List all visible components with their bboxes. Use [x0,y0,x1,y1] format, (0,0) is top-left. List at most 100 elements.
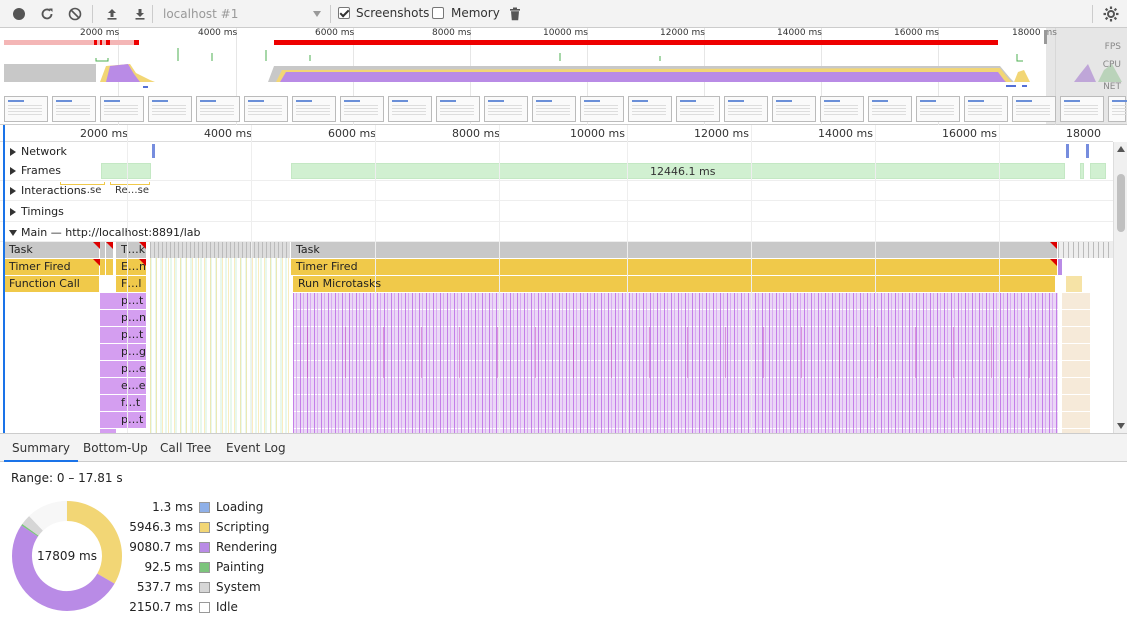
frame-bar[interactable] [1080,163,1084,179]
record-icon[interactable] [9,4,29,24]
interaction-item[interactable]: Re…se [115,185,149,196]
flame-block-function[interactable]: f…t [116,395,147,411]
screenshot-thumbnail [628,96,672,122]
toolbar-divider [1092,5,1093,23]
flame-block-function[interactable]: p…n [116,310,147,326]
interaction-range [60,182,105,185]
flame-block-label: Task [296,243,320,256]
timeline-grid-line [499,125,500,433]
screenshot-thumbnail [436,96,480,122]
flame-block-function[interactable]: F…l [116,276,147,292]
legend-value: 2150.7 ms [129,600,193,614]
flame-block-function[interactable]: Function Call [4,276,100,292]
flame-block-function[interactable]: p…g [116,344,147,360]
flame-block-microtasks[interactable]: Run Microtasks [293,276,1056,292]
tab-bottom-up[interactable]: Bottom-Up [75,434,156,462]
tab-summary[interactable]: Summary [4,434,78,462]
reload-icon[interactable] [37,4,57,24]
ruler-tick: 2000 ms [80,127,128,140]
target-select[interactable]: localhost #1 [157,4,325,24]
flame-block-function[interactable]: e…e [116,378,147,394]
trash-icon[interactable] [505,4,525,24]
screenshot-thumbnail [100,96,144,122]
screenshot-thumbnail [52,96,96,122]
flame-chart[interactable]: Task T…k Task Timer Fired E…n Timer Fire… [0,242,1113,433]
expand-arrow-icon[interactable] [10,167,16,175]
network-request [1066,144,1069,158]
tab-event-log[interactable]: Event Log [218,434,294,462]
flame-block-function[interactable]: p…t [116,293,147,309]
flame-block-function[interactable]: p…t [116,412,147,428]
expand-arrow-icon[interactable] [10,208,16,216]
legend-swatch [199,502,210,513]
flame-block-task[interactable]: Task [291,242,1058,258]
track-network[interactable]: Network [0,142,1113,162]
scroll-down-icon[interactable] [1117,423,1125,429]
legend-value: 92.5 ms [144,560,193,574]
upload-icon[interactable] [102,4,122,24]
flame-block-label: p…n [121,311,146,324]
frame-bar[interactable] [101,163,151,179]
screenshot-thumbnail [532,96,576,122]
fps-label: FPS [1104,42,1121,52]
download-icon[interactable] [130,4,150,24]
legend-label: Loading [216,500,264,514]
track-main[interactable]: Main — http://localhost:8891/lab [0,223,1113,242]
flame-block-render[interactable] [1058,259,1062,275]
interaction-item[interactable]: …se [80,185,101,196]
flame-block-label: F…l [121,277,142,290]
scroll-thumb[interactable] [1117,174,1125,232]
track-timings[interactable]: Timings [0,202,1113,222]
frame-bar[interactable] [1090,163,1106,179]
legend-value: 9080.7 ms [129,540,193,554]
legend-swatch [199,602,210,613]
flame-block-function[interactable]: p…e [116,361,147,377]
track-frames[interactable]: Frames 12446.1 ms [0,161,1113,181]
ruler-tick: 10000 ms [570,127,625,140]
expand-arrow-icon[interactable] [10,148,16,156]
screenshot-thumbnail [196,96,240,122]
flame-block-timer[interactable] [106,259,114,275]
net-label: NET [1103,82,1121,92]
flame-block-function[interactable]: p…t [116,327,147,343]
selection-left-edge[interactable] [3,125,5,433]
memory-checkbox[interactable] [432,7,444,19]
flame-block-label: f…t [121,396,141,409]
expand-arrow-icon[interactable] [10,187,16,195]
scroll-up-icon[interactable] [1117,146,1125,152]
track-label: Main — http://localhost:8891/lab [21,226,201,239]
timeline-overview[interactable]: 2000 ms 4000 ms 6000 ms 8000 ms 10000 ms… [0,28,1127,125]
toolbar: localhost #1 Screenshots Memory [0,0,1127,28]
screenshot-thumbnail [580,96,624,122]
timeline-grid-line [251,125,252,433]
legend-label: Idle [216,600,238,614]
long-task-warning-icon [1050,242,1057,249]
screenshot-thumbnail [1012,96,1056,122]
ruler-tick: 16000 ms [942,127,997,140]
flame-block-task[interactable]: Task [4,242,100,258]
timeline-grid-line [875,125,876,433]
memory-label: Memory [451,6,500,20]
legend-swatch [199,562,210,573]
clear-icon[interactable] [65,4,85,24]
track-label: Timings [21,205,64,218]
flame-block-timer[interactable]: Timer Fired [4,259,100,275]
ruler-tick: 8000 ms [452,127,500,140]
tab-call-tree[interactable]: Call Tree [152,434,219,462]
track-interactions[interactable]: Interactions …se Re…se [0,181,1113,201]
screenshot-thumbnail [244,96,288,122]
screenshots-label: Screenshots [356,6,430,20]
flame-activity [293,327,1058,378]
gear-icon[interactable] [1101,4,1121,24]
overview-selection-handle[interactable] [1044,30,1047,44]
flame-block-function[interactable] [1066,276,1082,292]
flame-block-timer[interactable]: Timer Fired [291,259,1058,275]
legend-swatch [199,542,210,553]
collapse-arrow-icon[interactable] [9,230,17,236]
screenshot-thumbnail [4,96,48,122]
legend-label: System [216,580,261,594]
screenshots-checkbox[interactable] [338,7,350,19]
flame-activity [150,242,290,258]
vertical-scrollbar[interactable] [1113,142,1127,433]
flame-block-label: p…t [121,413,144,426]
